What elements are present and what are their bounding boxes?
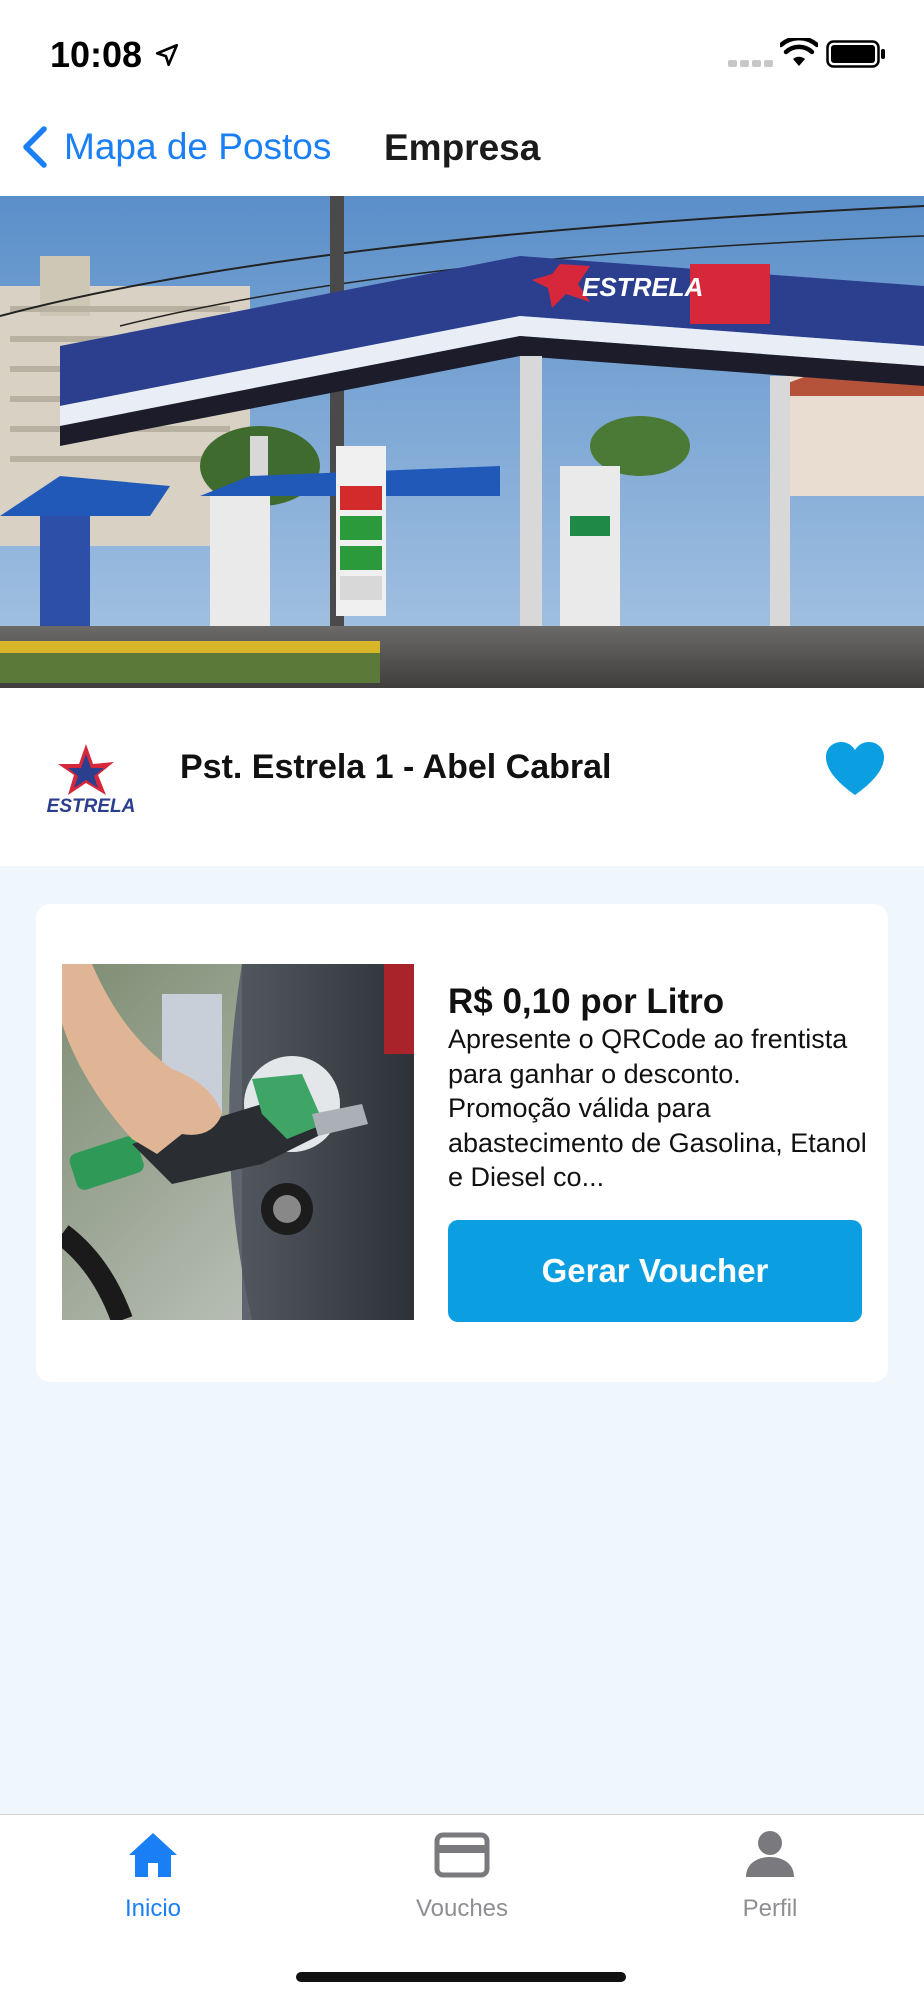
gas-station-illustration: ESTRELA	[0, 196, 924, 688]
promo-title: R$ 0,10 por Litro	[448, 982, 725, 1021]
promo-description: Apresente o QRCode ao frentista para gan…	[448, 1024, 867, 1192]
tab-inicio[interactable]: Inicio	[53, 1815, 253, 1935]
wifi-icon	[780, 38, 818, 66]
page-title: Empresa	[384, 127, 541, 168]
status-time: 10:08	[50, 34, 143, 75]
tab-label-inicio: Inicio	[124, 1895, 182, 1922]
gas-station-photo: ESTRELA	[0, 196, 924, 688]
fuel-nozzle-illustration	[62, 964, 414, 1320]
company-logo: ESTRELA	[47, 744, 136, 816]
person-icon	[746, 1831, 794, 1877]
svg-text:ESTRELA: ESTRELA	[582, 272, 703, 302]
status-bar: 10:08	[0, 0, 924, 100]
fuel-nozzle-photo	[62, 964, 414, 1320]
location-arrow-icon	[155, 43, 179, 67]
tab-label-vouches: Vouches	[415, 1895, 509, 1922]
generate-voucher-button[interactable]: Gerar Voucher	[448, 1220, 862, 1322]
tab-perfil[interactable]: Perfil	[670, 1815, 870, 1935]
home-icon	[129, 1833, 177, 1877]
back-label: Mapa de Postos	[64, 126, 332, 167]
tab-label-perfil: Perfil	[742, 1895, 798, 1922]
battery-icon	[826, 40, 885, 68]
chevron-left-icon	[23, 126, 47, 168]
company-header: ESTRELA Pst. Estrela 1 - Abel Cabral	[0, 688, 924, 866]
cellular-signal-icon	[728, 60, 773, 67]
promo-card: R$ 0,10 por Litro Apresente o QRCode ao …	[36, 904, 888, 1382]
card-icon	[434, 1832, 490, 1878]
navigation-bar: Mapa de Postos Empresa	[0, 100, 924, 196]
heart-icon[interactable]	[824, 740, 886, 798]
company-name: Pst. Estrela 1 - Abel Cabral	[180, 748, 612, 786]
back-button[interactable]: Mapa de Postos	[18, 118, 331, 176]
tab-vouches[interactable]: Vouches	[362, 1815, 562, 1935]
home-indicator	[296, 1972, 626, 1982]
logo-wordmark: ESTRELA	[47, 796, 136, 816]
